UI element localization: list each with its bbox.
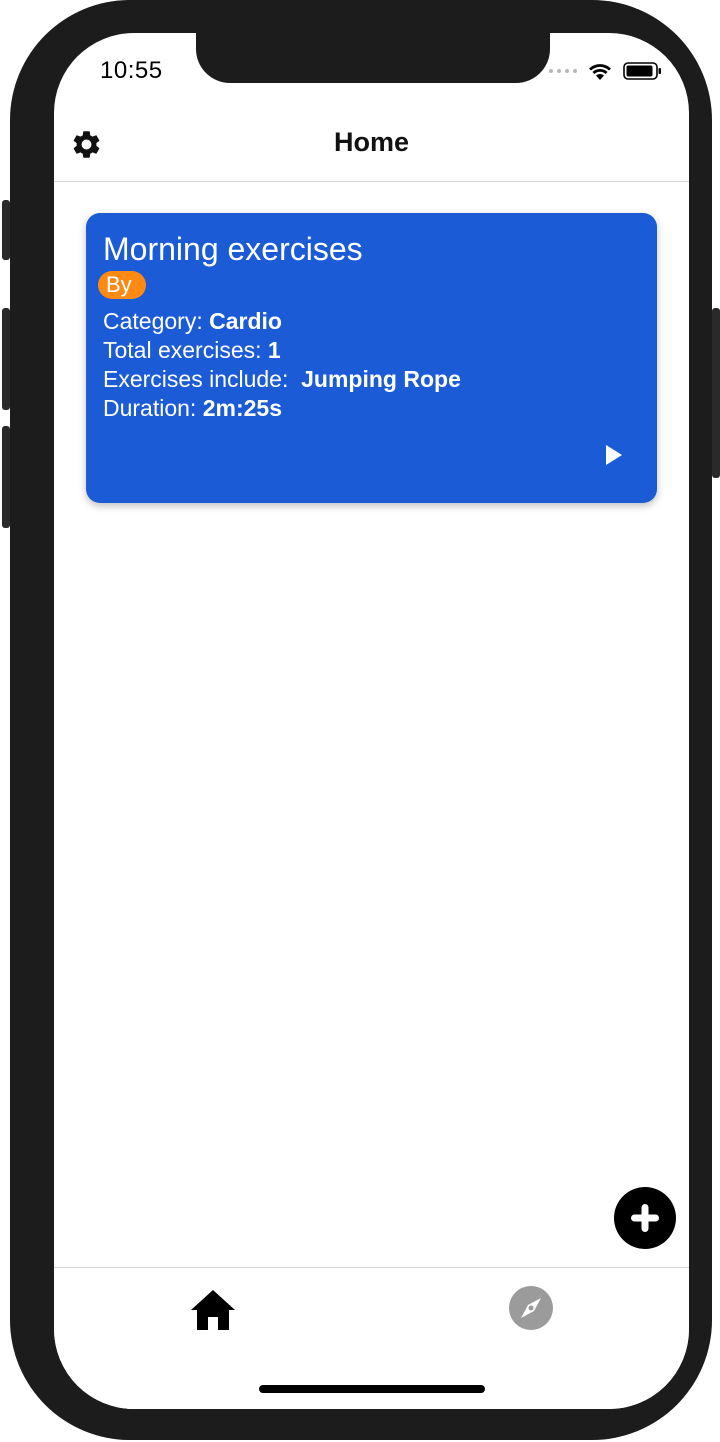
phone-frame: 10:55 Home Morning exercises By Category… — [2, 0, 720, 1440]
status-indicators — [549, 61, 663, 81]
total-exercises-label: Total exercises: — [103, 337, 262, 363]
home-icon[interactable] — [189, 1288, 237, 1332]
total-exercises-value: 1 — [267, 337, 281, 363]
cellular-signal-icon — [549, 69, 577, 73]
exercises-include-label: Exercises include: — [103, 366, 289, 392]
workout-card[interactable]: Morning exercises By Category: Cardio To… — [86, 213, 657, 503]
play-icon[interactable] — [601, 443, 625, 467]
duration-label: Duration: — [103, 395, 197, 421]
notch — [196, 33, 550, 83]
plus-icon — [631, 1204, 659, 1232]
exercises-include-value: Jumping Rope — [301, 366, 461, 392]
navigation-header: Home — [54, 111, 689, 182]
side-button-power — [712, 308, 720, 478]
workout-title: Morning exercises — [103, 231, 363, 267]
category-row: Category: Cardio — [103, 307, 282, 336]
duration-row: Duration: 2m:25s — [103, 394, 282, 423]
side-button-mute — [2, 200, 10, 260]
category-value: Cardio — [209, 308, 282, 334]
duration-value: 2m:25s — [202, 395, 282, 421]
side-button-volume-down — [2, 426, 10, 528]
status-time: 10:55 — [100, 57, 163, 84]
add-workout-button[interactable] — [614, 1187, 676, 1249]
exercises-include-row: Exercises include: Jumping Rope — [103, 365, 461, 394]
wifi-icon — [589, 64, 611, 80]
compass-icon[interactable] — [508, 1285, 554, 1331]
screen: 10:55 Home Morning exercises By Category… — [54, 33, 689, 1409]
total-exercises-row: Total exercises: 1 — [103, 336, 281, 365]
side-button-volume-up — [2, 308, 10, 410]
author-badge: By — [98, 271, 146, 299]
category-label: Category: — [103, 308, 203, 334]
page-title: Home — [333, 127, 409, 157]
battery-icon — [623, 62, 661, 80]
home-indicator[interactable] — [259, 1385, 485, 1393]
